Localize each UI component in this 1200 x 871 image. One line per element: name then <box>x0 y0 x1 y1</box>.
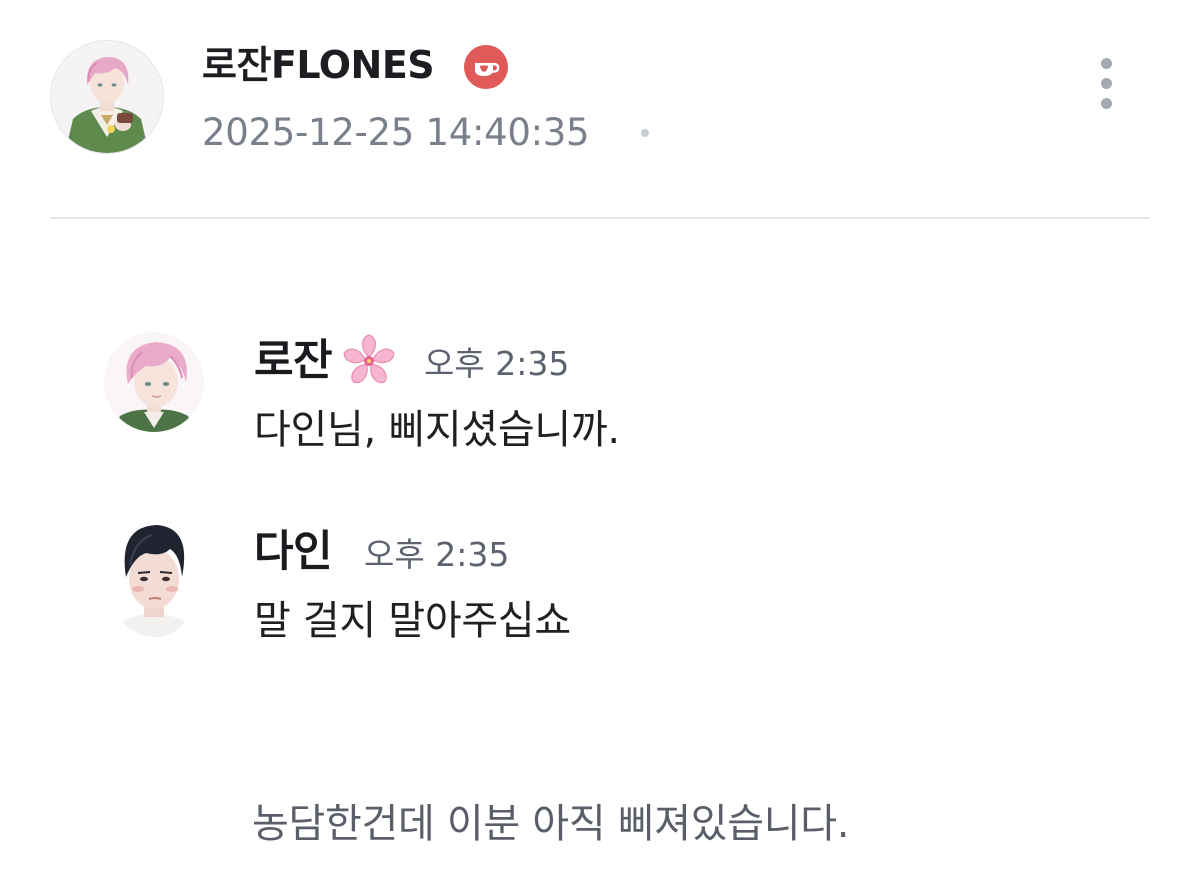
rozan-avatar-illustration <box>104 332 204 432</box>
message-time: 오후 2:35 <box>424 344 570 383</box>
chat-message: 다인 오후 2:35 말 걸지 말아주십쇼 <box>100 517 1000 653</box>
post-header: 로잔FLONES 2025-12-25 14:40:35 <box>0 0 1200 219</box>
post-timestamp: 2025-12-25 14:40:35 <box>202 111 590 154</box>
author-avatar-illustration <box>51 41 163 153</box>
post-caption: 농담한건데 이분 아직 삐져있습니다. <box>252 801 850 847</box>
more-options-button[interactable] <box>1086 54 1126 114</box>
author-name[interactable]: 로잔FLONES <box>202 42 435 88</box>
message-sender-name[interactable]: 로잔 <box>254 335 333 387</box>
chat-message: 로잔 오후 2:35 다인님, 삐지셨습니까. <box>100 332 1000 462</box>
avatar[interactable] <box>106 517 202 637</box>
author-avatar[interactable] <box>50 40 164 154</box>
timestamp-separator-dot <box>641 129 649 137</box>
cherry-blossom-icon <box>340 332 398 390</box>
avatar[interactable] <box>104 332 204 432</box>
dain-avatar-illustration <box>106 517 202 637</box>
message-text: 말 걸지 말아주십쇼 <box>254 598 571 644</box>
message-text: 다인님, 삐지셨습니까. <box>254 407 620 453</box>
header-divider <box>50 217 1150 219</box>
more-vertical-icon <box>1101 58 1112 69</box>
message-sender-name[interactable]: 다인 <box>254 526 333 578</box>
teacup-badge-icon <box>464 45 508 89</box>
message-time: 오후 2:35 <box>364 535 510 574</box>
